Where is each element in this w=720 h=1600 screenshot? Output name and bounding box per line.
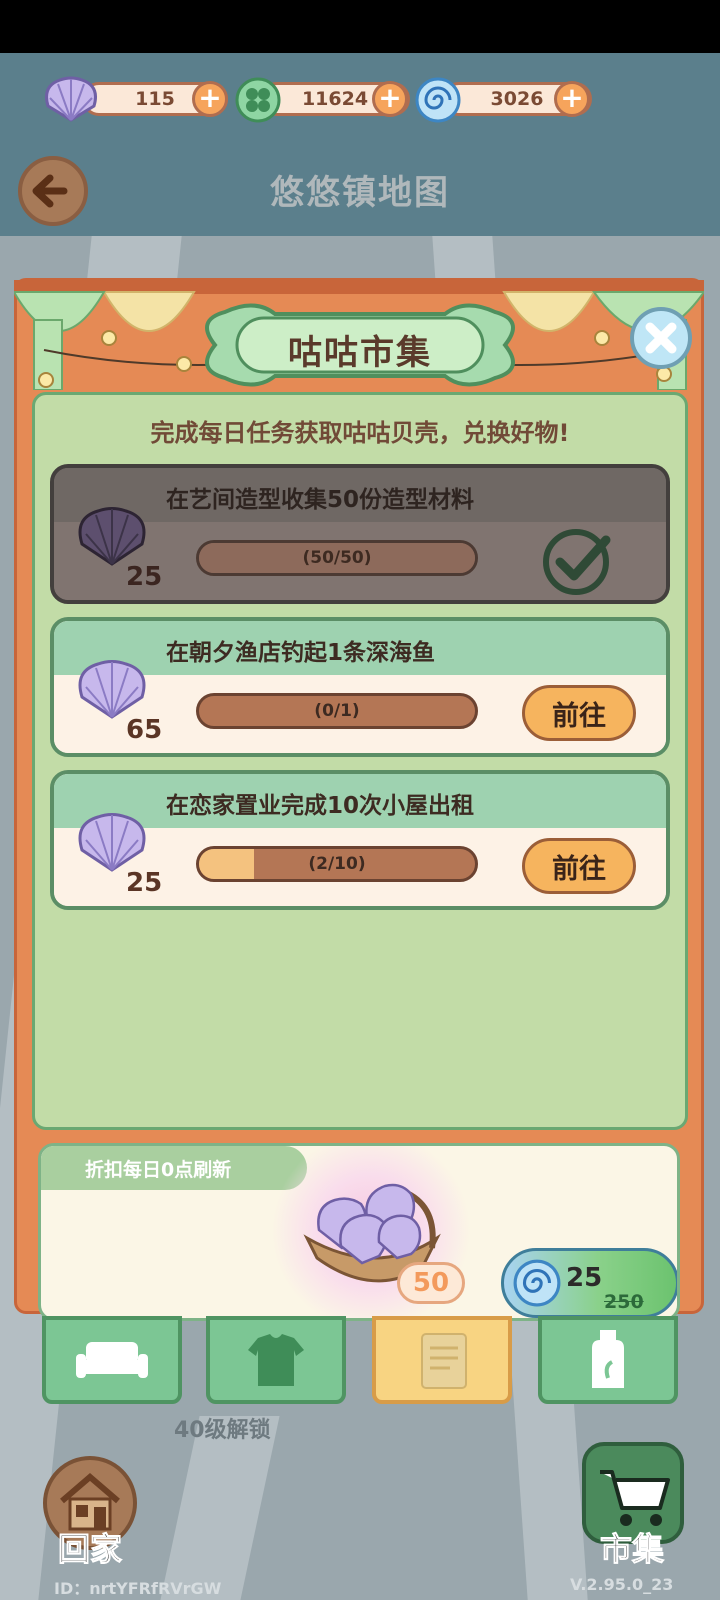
- discount-price: 25: [566, 1263, 603, 1293]
- currency-clovers: 11624 +: [234, 77, 414, 123]
- user-id: ID：nrtYFRfRVrGW: [54, 1579, 222, 1598]
- reward-amount: 25: [126, 562, 163, 592]
- modal-title: 咕咕市集: [288, 333, 432, 373]
- shirt-icon: [248, 1334, 304, 1386]
- reward-amount: 25: [126, 868, 163, 898]
- tab-clothing[interactable]: [206, 1316, 346, 1404]
- shell-icon: [78, 660, 146, 719]
- add-swirls-button[interactable]: +: [554, 81, 590, 117]
- task-title: 在恋家置业完成10次小屋出租: [166, 793, 475, 819]
- swirl-icon: [513, 1259, 561, 1307]
- checkmark-icon: [543, 529, 611, 595]
- app-version: V.2.95.0_23: [570, 1575, 674, 1594]
- task-progress-bar: (2/10): [196, 846, 478, 882]
- close-icon: [645, 322, 677, 354]
- item-quantity: 50: [397, 1262, 465, 1304]
- task-title: 在朝夕渔店钓起1条深海鱼: [166, 640, 436, 666]
- shell-icon: [78, 813, 146, 872]
- modal-subtitle: 完成每日任务获取咕咕贝壳，兑换好物!: [150, 419, 570, 447]
- task-title: 在艺间造型收集50份造型材料: [166, 487, 475, 513]
- bottle-icon: [592, 1330, 624, 1388]
- task-card: 在恋家置业完成10次小屋出租 25 (2/10) 前往: [50, 770, 670, 910]
- add-clovers-button[interactable]: +: [372, 81, 408, 117]
- currency-swirls: 3026 +: [414, 77, 594, 123]
- progress-text: (0/1): [314, 701, 360, 721]
- notebook-icon: [421, 1333, 467, 1389]
- go-button[interactable]: 前往: [522, 838, 636, 894]
- status-bar: [0, 0, 720, 53]
- home-label: 回家: [57, 1530, 123, 1569]
- tab-market[interactable]: [372, 1316, 512, 1404]
- shell-icon: [78, 507, 146, 566]
- progress-text: (2/10): [308, 854, 366, 874]
- go-button[interactable]: 前往: [522, 685, 636, 741]
- task-progress-bar: (50/50): [196, 540, 478, 576]
- sofa-icon: [76, 1342, 148, 1378]
- buy-button[interactable]: 25 250: [501, 1248, 677, 1318]
- add-shells-button[interactable]: +: [192, 81, 228, 117]
- currency-shells: 115 +: [40, 76, 230, 122]
- swirl-icon: [415, 77, 461, 123]
- clover-icon: [235, 77, 281, 123]
- unlock-level-label: 40级解锁: [174, 1418, 271, 1443]
- tab-furniture[interactable]: [42, 1316, 182, 1404]
- market-label: 市集: [599, 1530, 665, 1569]
- task-progress-bar: (0/1): [196, 693, 478, 729]
- page-title: 悠悠镇地图: [270, 173, 450, 213]
- close-button[interactable]: [630, 307, 692, 369]
- task-card: 在朝夕渔店钓起1条深海鱼 65 (0/1) 前往: [50, 617, 670, 757]
- task-card: 在艺间造型收集50份造型材料 25 (50/50): [50, 464, 670, 604]
- shell-icon: [45, 76, 97, 122]
- reward-amount: 65: [126, 715, 163, 745]
- progress-text: (50/50): [302, 548, 372, 568]
- discount-section: 折扣每日0点刷新 50 25 250: [38, 1143, 680, 1321]
- discount-refresh-label: 折扣每日0点刷新: [41, 1146, 307, 1190]
- tab-care[interactable]: [538, 1316, 678, 1404]
- original-price: 250: [604, 1291, 644, 1313]
